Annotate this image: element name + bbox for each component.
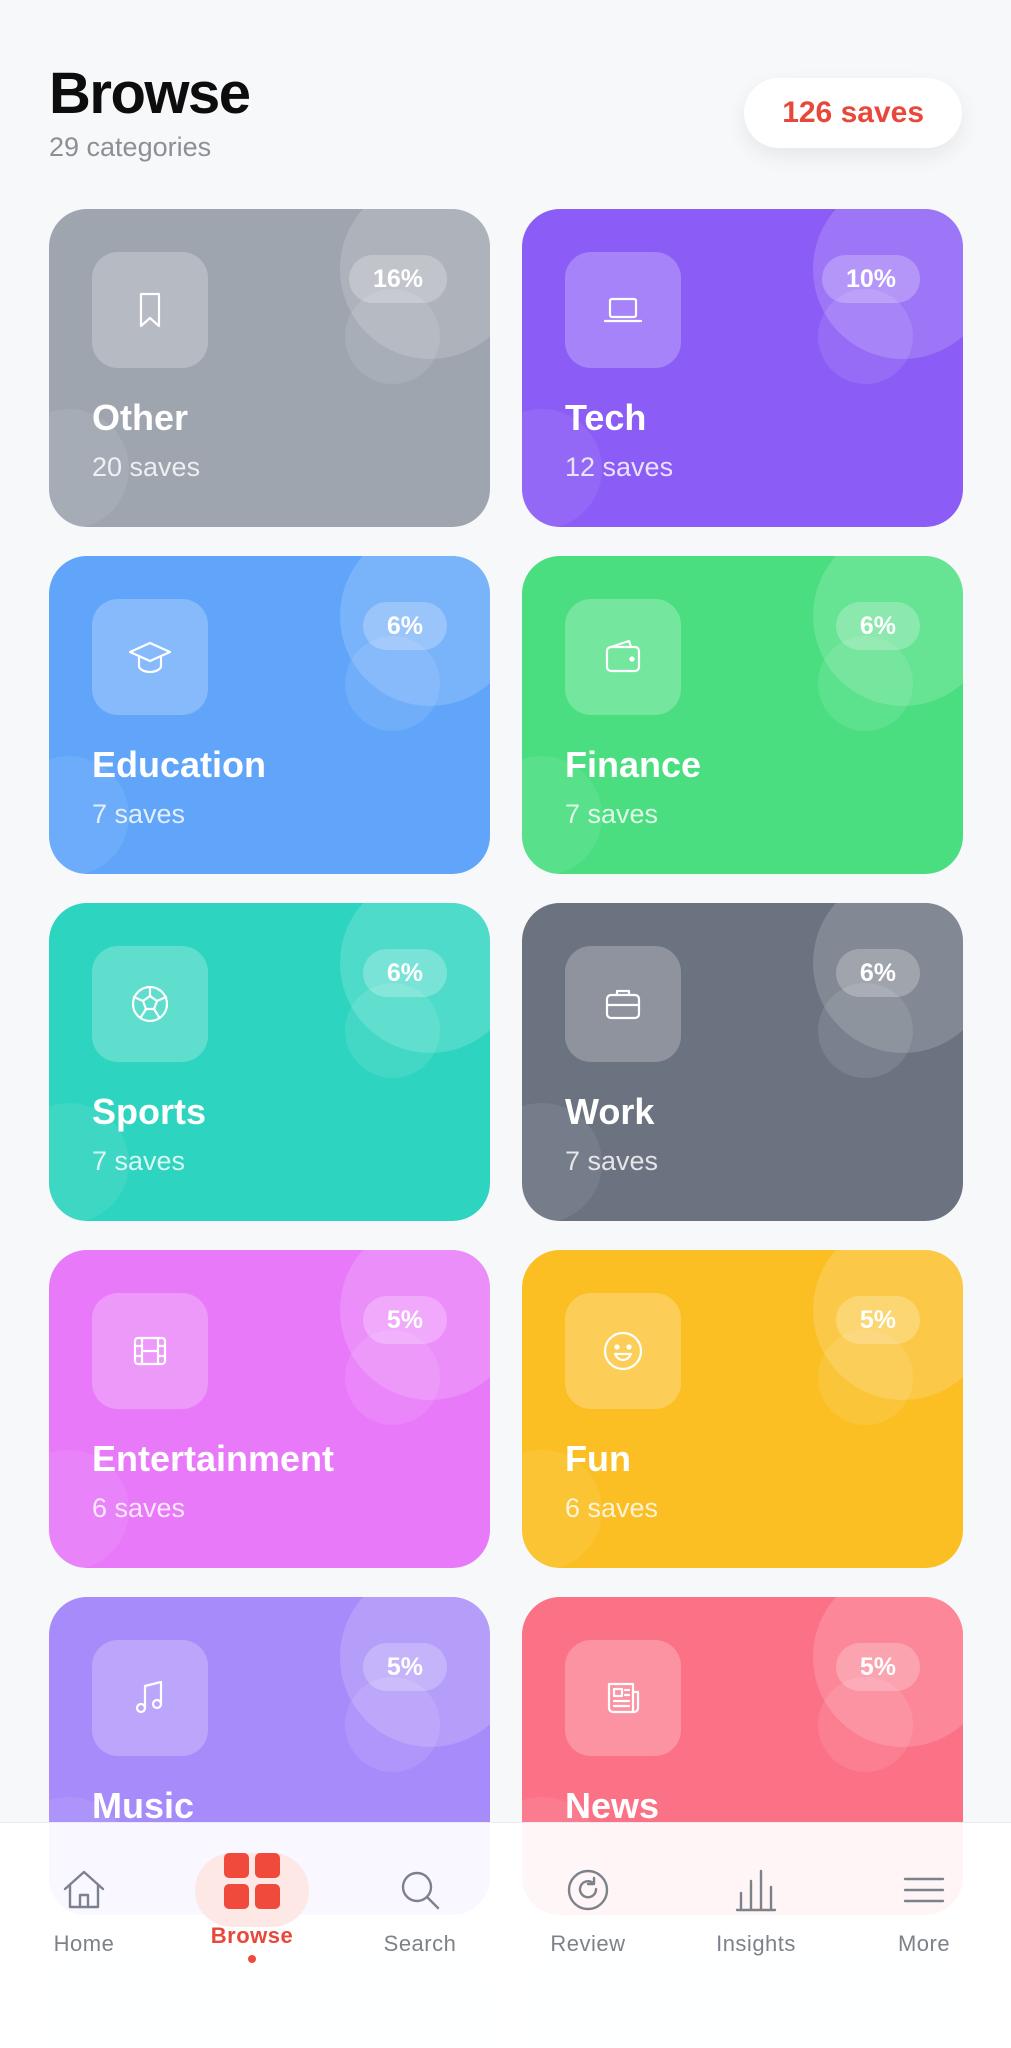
graduation-cap-icon	[92, 599, 208, 715]
music-note-icon	[92, 1640, 208, 1756]
bar-chart-icon	[735, 1869, 777, 1912]
category-save-count: 7 saves	[565, 1146, 659, 1176]
tab-review[interactable]: Review	[504, 1823, 672, 1993]
tab-browse[interactable]: Browse	[168, 1823, 336, 1993]
category-name: News	[565, 1785, 660, 1826]
film-icon	[92, 1293, 208, 1409]
percent-badge: 5%	[835, 1643, 920, 1691]
category-name: Finance	[565, 744, 702, 785]
category-save-count: 20 saves	[92, 452, 201, 482]
laptop-icon	[565, 252, 681, 368]
category-card-education[interactable]: 6% Education 7 saves	[49, 556, 490, 874]
percent-badge: 10%	[821, 255, 920, 303]
category-card-tech[interactable]: 10% Tech 12 saves	[522, 209, 963, 527]
category-name: Education	[92, 744, 267, 785]
percent-badge: 16%	[348, 255, 447, 303]
category-card-finance[interactable]: 6% Finance 7 saves	[522, 556, 963, 874]
tab-bar: Home Browse Search Review Insights More	[0, 1822, 1011, 2048]
tab-label: Insights	[716, 1931, 796, 1956]
header: Browse 29 categories 126 saves	[49, 58, 962, 178]
newspaper-icon	[565, 1640, 681, 1756]
bookmark-icon	[92, 252, 208, 368]
category-name: Sports	[92, 1091, 207, 1132]
category-name: Work	[565, 1091, 655, 1132]
search-icon	[401, 1871, 440, 1910]
tab-label: More	[897, 1931, 951, 1956]
percent-badge: 5%	[362, 1643, 447, 1691]
percent-badge: 6%	[835, 949, 920, 997]
ball-icon	[92, 946, 208, 1062]
category-save-count: 7 saves	[92, 1146, 186, 1176]
tab-label: Home	[53, 1931, 115, 1956]
tab-label: Review	[550, 1931, 626, 1956]
category-card-fun[interactable]: 5% Fun 6 saves	[522, 1250, 963, 1568]
category-name: Fun	[565, 1438, 631, 1479]
smiley-icon	[565, 1293, 681, 1409]
category-save-count: 7 saves	[92, 799, 186, 829]
refresh-icon	[567, 1869, 609, 1911]
category-card-work[interactable]: 6% Work 7 saves	[522, 903, 963, 1221]
category-card-other[interactable]: 16% Other 20 saves	[49, 209, 490, 527]
percent-badge: 6%	[362, 949, 447, 997]
tab-more[interactable]: More	[840, 1823, 1008, 1993]
category-name: Other	[92, 397, 189, 438]
category-save-count: 12 saves	[565, 452, 674, 482]
menu-icon	[903, 1877, 945, 1903]
tab-search[interactable]: Search	[336, 1823, 504, 1993]
total-saves-badge[interactable]: 126 saves	[744, 78, 962, 148]
percent-badge: 5%	[835, 1296, 920, 1344]
active-indicator	[248, 1955, 256, 1963]
tab-insights[interactable]: Insights	[672, 1823, 840, 1993]
grid-icon	[224, 1853, 280, 1909]
percent-badge: 6%	[835, 602, 920, 650]
percent-badge: 6%	[362, 602, 447, 650]
category-save-count: 6 saves	[92, 1493, 186, 1523]
category-card-sports[interactable]: 6% Sports 7 saves	[49, 903, 490, 1221]
category-name: Entertainment	[92, 1438, 335, 1479]
category-card-entertainment[interactable]: 5% Entertainment 6 saves	[49, 1250, 490, 1568]
percent-badge: 5%	[362, 1296, 447, 1344]
category-save-count: 6 saves	[565, 1493, 659, 1523]
wallet-icon	[565, 599, 681, 715]
category-save-count: 7 saves	[565, 799, 659, 829]
tab-label: Search	[383, 1931, 457, 1956]
briefcase-icon	[565, 946, 681, 1062]
tab-home[interactable]: Home	[0, 1823, 168, 1993]
home-icon	[63, 1870, 105, 1909]
category-name: Music	[92, 1785, 195, 1826]
category-name: Tech	[565, 397, 647, 438]
